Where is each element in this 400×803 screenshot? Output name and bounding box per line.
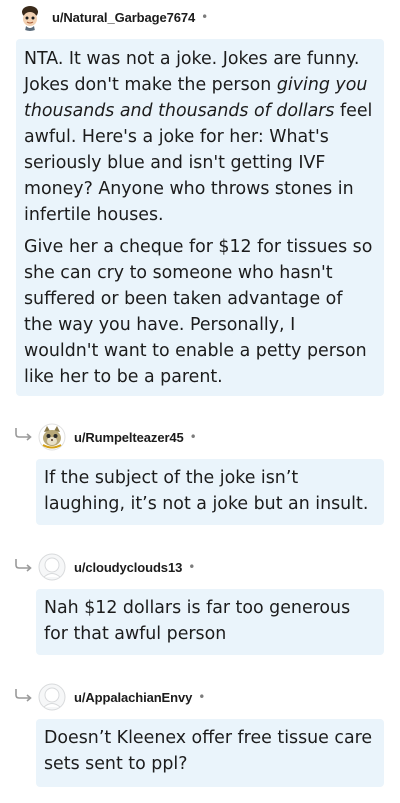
username[interactable]: u/Natural_Garbage7674 xyxy=(52,10,195,25)
separator-dot: • xyxy=(188,560,196,574)
comment-body: Doesn’t Kleenex offer free tissue care s… xyxy=(36,719,384,787)
comment-paragraph: If the subject of the joke isn’t laughin… xyxy=(44,468,369,514)
reply-arrow-icon xyxy=(15,689,32,702)
separator-dot: • xyxy=(201,10,209,24)
comment-body: If the subject of the joke isn’t laughin… xyxy=(36,459,384,525)
comment-header: u/cloudyclouds13 • xyxy=(38,552,195,582)
separator-dot: • xyxy=(189,430,197,444)
cartoon-avatar-icon[interactable] xyxy=(16,3,44,31)
comment-header: u/Natural_Garbage7674 • xyxy=(16,2,208,32)
comment-paragraph: NTA. It was not a joke. Jokes are funny.… xyxy=(24,46,374,228)
cat-avatar-icon[interactable] xyxy=(38,423,66,451)
username[interactable]: u/Rumpelteazer45 xyxy=(74,430,184,445)
comment-paragraph: Doesn’t Kleenex offer free tissue care s… xyxy=(44,728,373,774)
comment-paragraph: Give her a cheque for $12 for tissues so… xyxy=(24,237,373,387)
comment-header: u/AppalachianEnvy • xyxy=(38,682,205,712)
separator-dot: • xyxy=(198,690,206,704)
comment-body: NTA. It was not a joke. Jokes are funny.… xyxy=(16,39,384,396)
username[interactable]: u/AppalachianEnvy xyxy=(74,690,192,705)
comment-paragraph: Nah $12 dollars is far too generous for … xyxy=(44,598,351,644)
username[interactable]: u/cloudyclouds13 xyxy=(74,560,182,575)
reply-arrow-icon xyxy=(15,559,32,572)
reply-arrow-icon xyxy=(15,428,32,441)
default-avatar-icon[interactable] xyxy=(38,683,66,711)
comment-header: u/Rumpelteazer45 • xyxy=(38,422,197,452)
comment-body: Nah $12 dollars is far too generous for … xyxy=(36,589,384,655)
default-avatar-icon[interactable] xyxy=(38,553,66,581)
